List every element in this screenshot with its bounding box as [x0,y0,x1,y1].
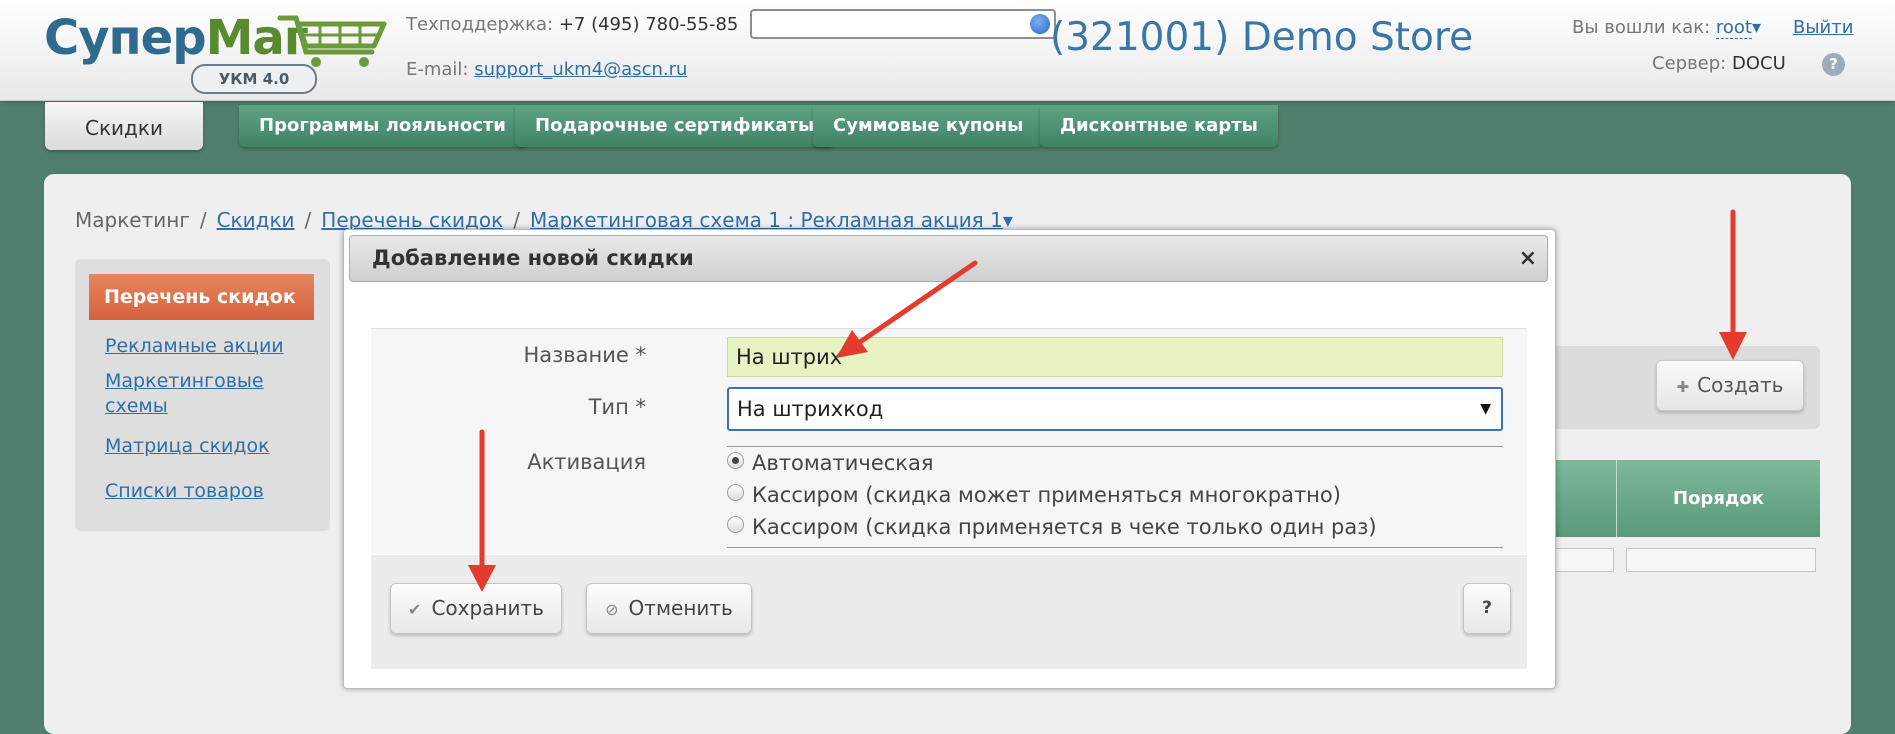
name-label: Название * [523,343,646,367]
dropdown-arrow-icon: ▼ [1480,401,1491,417]
sidebar-item-discount-list[interactable]: Перечень скидок [89,274,314,320]
login-info: Вы вошли как: root▾ [1572,17,1762,39]
cancel-icon: ⊘ [605,600,619,619]
radio-automatic[interactable]: Автоматическая [727,451,933,475]
sidebar-item-product-lists[interactable]: Списки товаров [105,479,264,504]
top-header: СуперМаг УКМ 4.0 Техподдержка: +7 (495) … [0,0,1895,101]
server-info: Сервер: DOCU [1652,53,1786,74]
support-email: E-mail: support_ukm4@ascn.ru [406,59,688,80]
tab-gift-certificates[interactable]: Подарочные сертификаты [515,105,835,147]
supermag-logo[interactable]: СуперМаг УКМ 4.0 [44,8,387,94]
tab-discounts[interactable]: Скидки [45,102,203,150]
tab-discount-cards[interactable]: Дисконтные карты [1040,105,1278,147]
radio-cashier-once[interactable]: Кассиром (скидка применяется в чеке толь… [727,515,1377,539]
cancel-button[interactable]: ⊘ Отменить [586,583,752,634]
search-icon[interactable] [1030,14,1050,34]
sidebar: Перечень скидок Рекламные акции Маркетин… [75,259,330,531]
sidebar-item-discount-matrix[interactable]: Матрица скидок [105,434,270,459]
dialog-help-button[interactable]: ? [1463,583,1511,634]
search-input[interactable] [750,9,1056,39]
name-input[interactable]: На штрих [727,337,1503,377]
table-filter-cell[interactable] [1552,548,1614,572]
support-email-link[interactable]: support_ukm4@ascn.ru [474,59,687,80]
activation-label: Активация [527,450,646,474]
table-filter-order[interactable] [1626,548,1816,572]
type-select[interactable]: На штрихкод ▼ [727,387,1503,431]
logout-link[interactable]: Выйти [1793,17,1853,38]
help-icon[interactable]: ? [1822,53,1845,76]
breadcrumb-discounts[interactable]: Скидки [217,208,295,232]
logo-text: СуперМаг [44,10,309,66]
sidebar-item-ad-campaigns[interactable]: Рекламные акции [105,334,284,359]
column-header-order[interactable]: Порядок [1617,460,1820,537]
radio-icon[interactable] [727,515,744,533]
plus-icon: ✚ [1676,378,1690,396]
radio-cashier-multiple[interactable]: Кассиром (скидка может применяться много… [727,483,1341,507]
create-button[interactable]: ✚ Создать [1656,360,1804,411]
activation-group: Автоматическая Кассиром (скидка может пр… [727,446,1503,548]
cart-icon [277,15,387,67]
sidebar-item-marketing-schemes[interactable]: Маркетинговые схемы [105,369,295,419]
breadcrumb-root: Маркетинг [75,208,190,232]
radio-selected-icon[interactable] [727,451,744,469]
dialog-buttons: ✔ Сохранить ⊘ Отменить ? [371,555,1527,669]
close-icon[interactable]: × [1519,236,1537,281]
store-title: (321001) Demo Store [1050,15,1474,60]
save-button[interactable]: ✔ Сохранить [390,583,562,634]
user-menu[interactable]: root [1715,17,1752,39]
user-menu-caret-icon[interactable]: ▾ [1752,17,1761,38]
check-icon: ✔ [408,600,422,619]
table-header: Порядок [1540,460,1820,537]
radio-icon[interactable] [727,483,744,501]
type-label: Тип * [588,395,646,419]
tab-loyalty-programs[interactable]: Программы лояльности [239,105,526,147]
tab-sum-coupons[interactable]: Суммовые купоны [813,105,1044,147]
dialog-title: Добавление новой скидки × [349,235,1548,282]
add-discount-dialog: Добавление новой скидки × Название * На … [343,229,1556,689]
support-phone: Техподдержка: +7 (495) 780-55-85 [406,14,739,35]
version-badge: УКМ 4.0 [191,64,317,94]
